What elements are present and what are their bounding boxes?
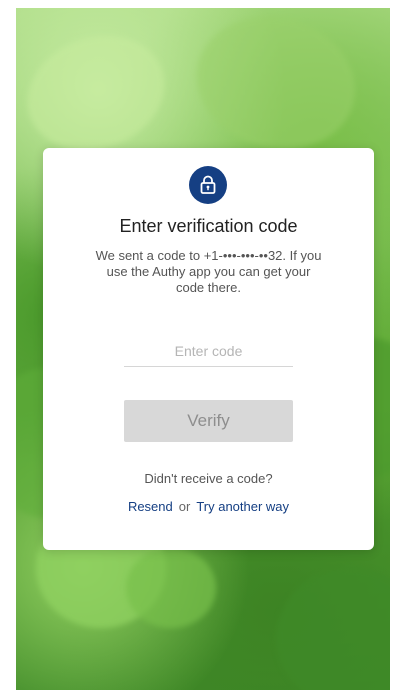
- no-code-text: Didn't receive a code?: [144, 471, 273, 486]
- clover-leaf: [16, 17, 181, 169]
- or-text: or: [178, 499, 191, 514]
- code-input[interactable]: [124, 336, 293, 367]
- try-another-way-link[interactable]: Try another way: [196, 499, 289, 514]
- verify-button[interactable]: Verify: [124, 400, 293, 442]
- dialog-title: Enter verification code: [119, 216, 298, 236]
- clover-leaf: [276, 568, 390, 690]
- lock-icon: [189, 166, 227, 204]
- clover-leaf: [126, 548, 216, 628]
- clover-leaf: [181, 8, 371, 167]
- verification-dialog: Enter verification code We sent a code t…: [43, 148, 374, 550]
- alternate-actions: Resend or Try another way: [43, 499, 374, 514]
- resend-link[interactable]: Resend: [128, 499, 173, 514]
- dialog-message: We sent a code to +1-•••-•••-••32. If yo…: [95, 248, 322, 295]
